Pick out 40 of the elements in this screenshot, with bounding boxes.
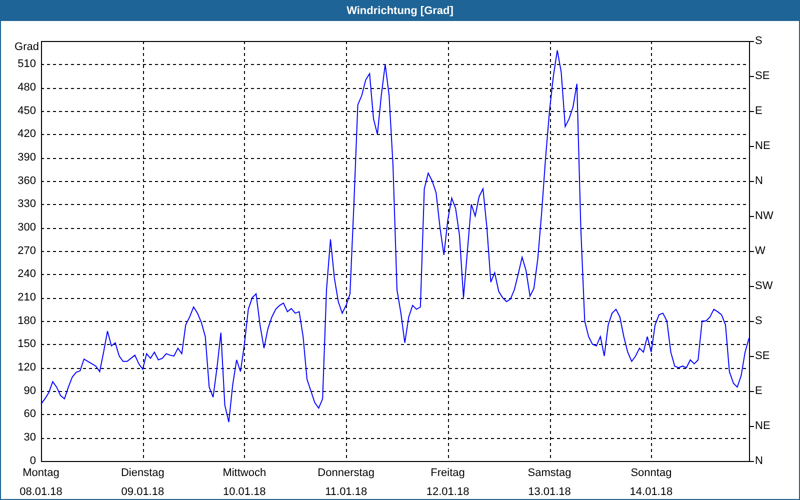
compass-tick-label: S	[755, 314, 762, 327]
y-tick-label: 300	[18, 222, 36, 234]
window-title: Windrichtung [Grad]	[1, 1, 799, 21]
x-tick-label: Mittwoch 10.01.18	[222, 467, 266, 498]
compass-tick-label: N	[755, 454, 763, 467]
compass-tick-label: E	[755, 104, 762, 117]
y-tick-label: 450	[18, 104, 36, 117]
compass-tick-label: SW	[755, 280, 773, 292]
y-tick-label: 510	[18, 58, 36, 70]
y-tick-label: 360	[18, 174, 36, 187]
compass-tick-label: W	[755, 244, 766, 257]
compass-tick-label: NE	[755, 420, 770, 432]
y-tick-label: 60	[24, 408, 36, 420]
x-tick-label: Donnerstag 11.01.18	[318, 467, 375, 498]
y-tick-label: 120	[18, 362, 36, 374]
y-tick-label: 30	[24, 432, 36, 444]
y-tick-label: 150	[18, 338, 36, 350]
x-tick-label: Dienstag 09.01.18	[121, 467, 164, 498]
y-tick-label: 390	[18, 152, 36, 164]
y-tick-label: 90	[24, 384, 36, 397]
x-tick-label: Freitag 12.01.18	[426, 467, 470, 498]
y-tick-label: 0	[30, 454, 36, 467]
y-tick-label: 480	[18, 82, 36, 94]
y-tick-label: 270	[18, 244, 36, 257]
x-tick-label: Samstag 13.01.18	[528, 467, 572, 498]
y-tick-label: 210	[18, 292, 36, 304]
y-tick-label: 330	[18, 198, 36, 210]
y-tick-label: 420	[18, 128, 36, 140]
y-axis-label: Grad	[14, 40, 39, 53]
compass-tick-label: NE	[755, 140, 770, 152]
compass-tick-label: SE	[755, 350, 770, 362]
compass-tick-label: E	[755, 384, 762, 397]
y-tick-label: 180	[18, 314, 36, 327]
x-tick-label: Montag 08.01.18	[20, 467, 62, 498]
compass-tick-label: NW	[755, 210, 774, 222]
y-tick-label: 240	[18, 268, 36, 280]
compass-tick-label: S	[755, 34, 762, 47]
x-tick-label: Sonntag 14.01.18	[630, 467, 673, 498]
compass-tick-label: SE	[755, 70, 770, 82]
compass-tick-label: N	[755, 174, 763, 187]
